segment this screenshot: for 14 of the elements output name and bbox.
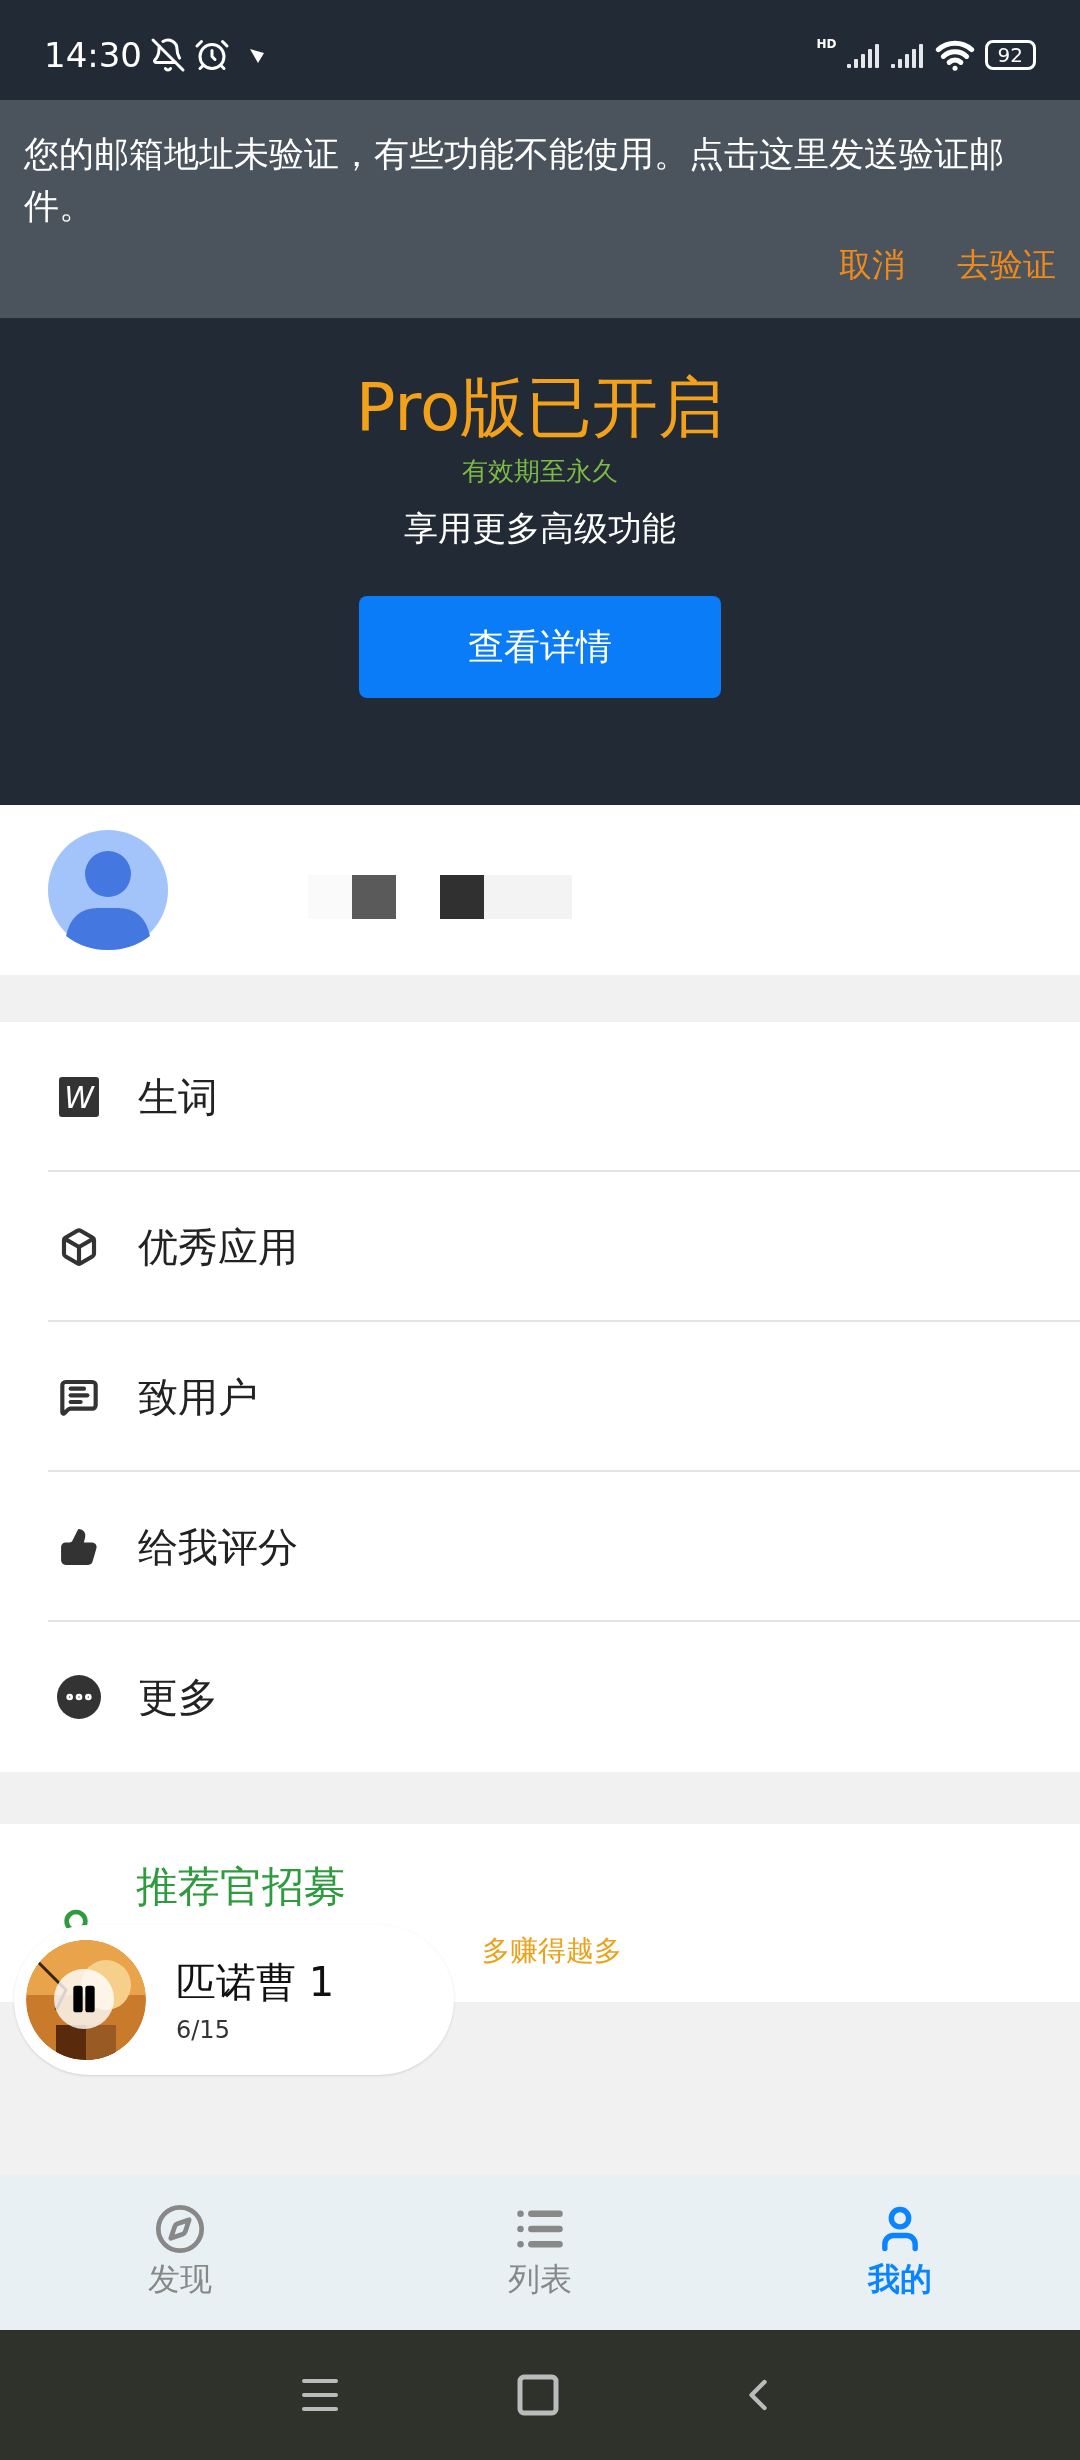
recruit-subtitle: 多赚得越多 — [482, 1932, 622, 1969]
clock-time: 14:30 — [44, 33, 142, 77]
menu-label: 优秀应用 — [138, 1223, 298, 1272]
pro-title: Pro版已开启 — [355, 368, 725, 448]
word-badge: W — [59, 1077, 99, 1117]
pro-tagline: 享用更多高级功能 — [404, 507, 676, 550]
menu-label: 更多 — [138, 1673, 218, 1722]
network-label: HD — [816, 36, 837, 53]
menu-label: 给我评分 — [138, 1523, 298, 1572]
menu-label: 生词 — [138, 1073, 218, 1122]
menu-label: 致用户 — [138, 1373, 258, 1422]
battery-level: 92 — [984, 40, 1036, 70]
recruit-title: 推荐官招募 — [136, 1860, 347, 1913]
validity-text: 有效期至永久 — [462, 455, 618, 488]
